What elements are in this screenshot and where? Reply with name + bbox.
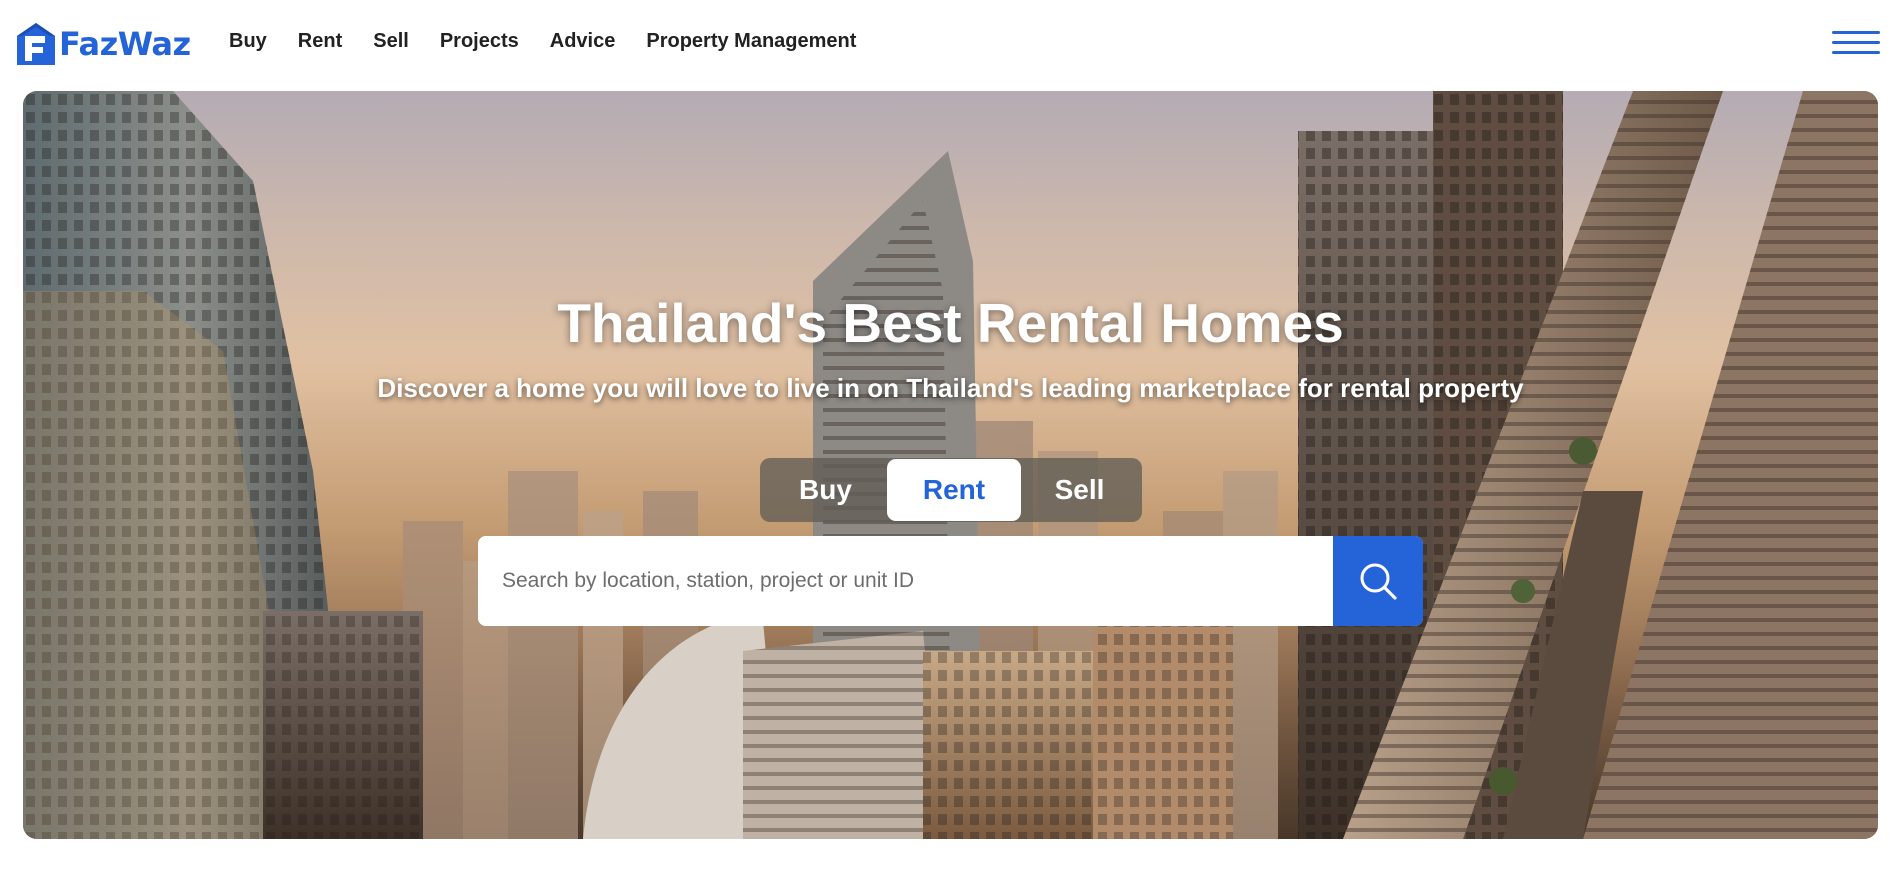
main-nav: Buy Rent Sell Projects Advice Property M… (229, 30, 887, 53)
fazwaz-logo[interactable]: FazWaz (16, 22, 191, 66)
nav-item-rent[interactable]: Rent (298, 30, 342, 53)
hero-title: Thailand's Best Rental Homes (557, 292, 1344, 354)
search-icon (1360, 563, 1397, 600)
search-button[interactable] (1333, 536, 1423, 626)
listing-mode-toggle: Buy Rent Sell (760, 458, 1142, 522)
hamburger-menu-icon[interactable] (1832, 31, 1880, 57)
nav-item-buy[interactable]: Buy (229, 30, 267, 53)
hamburger-line (1832, 41, 1880, 44)
mode-tab-sell[interactable]: Sell (1021, 459, 1138, 521)
hamburger-line (1832, 51, 1880, 54)
search-input[interactable] (478, 536, 1333, 626)
property-search-bar (478, 536, 1423, 626)
nav-item-property-management[interactable]: Property Management (646, 30, 856, 53)
site-header: FazWaz Buy Rent Sell Projects Advice Pro… (0, 0, 1899, 90)
hamburger-line (1832, 31, 1880, 34)
nav-item-advice[interactable]: Advice (550, 30, 616, 53)
fazwaz-logo-mark-icon (17, 23, 55, 65)
mode-tab-rent[interactable]: Rent (887, 459, 1021, 521)
logo-wordmark: FazWaz (59, 25, 191, 63)
hero-banner: Thailand's Best Rental Homes Discover a … (23, 91, 1878, 839)
nav-item-sell[interactable]: Sell (373, 30, 409, 53)
hero-subtitle: Discover a home you will love to live in… (377, 373, 1524, 403)
nav-item-projects[interactable]: Projects (440, 30, 519, 53)
mode-tab-buy[interactable]: Buy (764, 459, 887, 521)
